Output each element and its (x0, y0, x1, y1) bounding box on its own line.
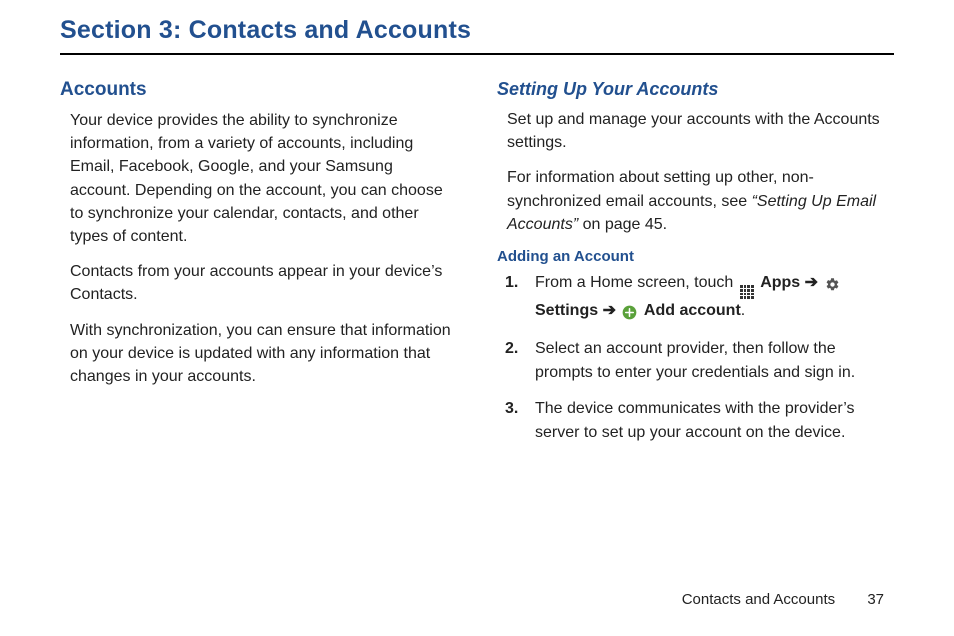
text-fragment: From a Home screen, touch (535, 274, 738, 291)
text-fragment: on page 45. (578, 216, 667, 233)
apps-icon (740, 285, 754, 299)
text-fragment: . (741, 302, 745, 319)
accounts-paragraph-3: With synchronization, you can ensure tha… (70, 319, 457, 389)
two-column-layout: Accounts Your device provides the abilit… (60, 79, 894, 457)
add-account-icon (622, 301, 637, 325)
arrow-icon: ➔ (603, 302, 621, 319)
left-column: Accounts Your device provides the abilit… (60, 79, 457, 457)
setting-up-heading: Setting Up Your Accounts (497, 79, 894, 100)
adding-account-heading: Adding an Account (497, 248, 894, 265)
setting-up-paragraph-2: For information about setting up other, … (507, 166, 894, 236)
arrow-icon: ➔ (805, 274, 823, 291)
step-2: Select an account provider, then follow … (527, 337, 894, 385)
accounts-paragraph-2: Contacts from your accounts appear in yo… (70, 260, 457, 306)
add-account-label: Add account (644, 302, 741, 319)
apps-label: Apps (760, 274, 800, 291)
setting-up-paragraph-1: Set up and manage your accounts with the… (507, 108, 894, 154)
step-3: The device communicates with the provide… (527, 397, 894, 445)
accounts-heading: Accounts (60, 79, 457, 101)
step-1: From a Home screen, touch Apps ➔ Setting… (527, 271, 894, 325)
section-rule (60, 53, 894, 55)
settings-icon (825, 273, 840, 297)
right-column: Setting Up Your Accounts Set up and mana… (497, 79, 894, 457)
section-title: Section 3: Contacts and Accounts (60, 16, 894, 45)
page-footer: Contacts and Accounts 37 (682, 591, 884, 608)
page-number: 37 (867, 591, 884, 608)
accounts-paragraph-1: Your device provides the ability to sync… (70, 109, 457, 248)
steps-list: From a Home screen, touch Apps ➔ Setting… (497, 271, 894, 445)
settings-label: Settings (535, 302, 598, 319)
footer-chapter-label: Contacts and Accounts (682, 591, 835, 608)
